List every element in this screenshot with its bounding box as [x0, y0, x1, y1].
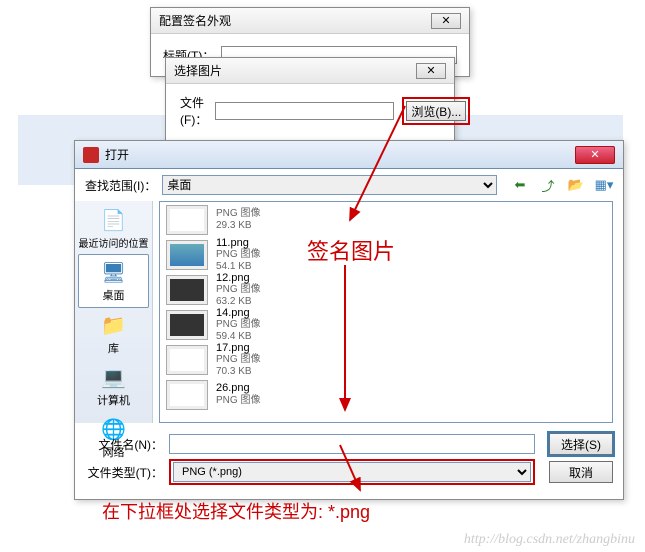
file-input[interactable] [215, 102, 394, 120]
dialog2-titlebar: 选择图片 ✕ [166, 58, 454, 84]
file-item[interactable]: 26.pngPNG 图像 [160, 377, 612, 412]
dialog1-titlebar: 配置签名外观 ✕ [151, 8, 469, 34]
watermark: http://blog.csdn.net/zhangbinu [464, 532, 635, 548]
sidebar-label: 库 [108, 340, 119, 356]
filetype-label: 文件类型(T)： [85, 464, 163, 481]
dialog1-title: 配置签名外观 [159, 12, 231, 29]
annotation-filetype-note: 在下拉框处选择文件类型为: *.png [102, 498, 370, 524]
back-icon[interactable]: ⬅ [511, 176, 529, 194]
filetype-highlight: PNG (*.png) [169, 459, 535, 485]
new-folder-icon[interactable]: 📂 [567, 176, 585, 194]
computer-icon: 💻 [98, 364, 130, 390]
file-item[interactable]: 14.pngPNG 图像59.4 KB [160, 307, 612, 342]
dialog2-close-button[interactable]: ✕ [416, 63, 446, 79]
sidebar-label: 最近访问的位置 [79, 235, 149, 250]
dialog3-title: 打开 [105, 146, 129, 163]
dialog3-close-button[interactable]: ✕ [575, 146, 615, 164]
file-item[interactable]: 17.pngPNG 图像70.3 KB [160, 342, 612, 377]
sidebar-item-recent[interactable]: 📄 最近访问的位置 [75, 203, 152, 254]
sidebar-item-library[interactable]: 📁 库 [75, 308, 152, 360]
places-sidebar: 📄 最近访问的位置 🖥 桌面 📁 库 💻 计算机 🌐 网络 [75, 201, 153, 423]
filename-label: 文件名(N)： [85, 436, 163, 453]
recent-icon: 📄 [98, 207, 130, 233]
app-icon [83, 147, 99, 163]
file-item[interactable]: 12.pngPNG 图像63.2 KB [160, 272, 612, 307]
lookup-label: 查找范围(I)： [85, 177, 156, 194]
sidebar-item-desktop[interactable]: 🖥 桌面 [78, 254, 149, 308]
up-icon[interactable]: ⤴ [539, 176, 557, 194]
browse-button[interactable]: 浏览(B)... [406, 101, 466, 121]
toolbar-icons: ⬅ ⤴ 📂 ▦▾ [511, 176, 613, 194]
sidebar-label: 计算机 [97, 392, 130, 408]
cancel-button[interactable]: 取消 [549, 461, 613, 483]
lookup-select[interactable]: 桌面 [162, 175, 497, 195]
browse-highlight: 浏览(B)... [402, 97, 470, 125]
filename-input[interactable] [169, 434, 535, 454]
select-button[interactable]: 选择(S) [549, 433, 613, 455]
dialog2-title: 选择图片 [174, 62, 222, 79]
view-icon[interactable]: ▦▾ [595, 176, 613, 194]
annotation-signature-image: 签名图片 [307, 234, 395, 266]
file-label: 文件(F)： [180, 94, 207, 128]
open-file-dialog: 打开 ✕ 查找范围(I)： 桌面 ⬅ ⤴ 📂 ▦▾ 📄 最近访问的位置 [74, 140, 624, 500]
sidebar-item-computer[interactable]: 💻 计算机 [75, 360, 152, 412]
filetype-select[interactable]: PNG (*.png) [173, 462, 531, 482]
desktop-icon: 🖥 [98, 259, 130, 285]
dialog3-titlebar: 打开 ✕ [75, 141, 623, 169]
dialog1-close-button[interactable]: ✕ [431, 13, 461, 29]
file-item[interactable]: PNG 图像29.3 KB [160, 202, 612, 237]
sidebar-label: 桌面 [103, 287, 125, 303]
library-icon: 📁 [98, 312, 130, 338]
